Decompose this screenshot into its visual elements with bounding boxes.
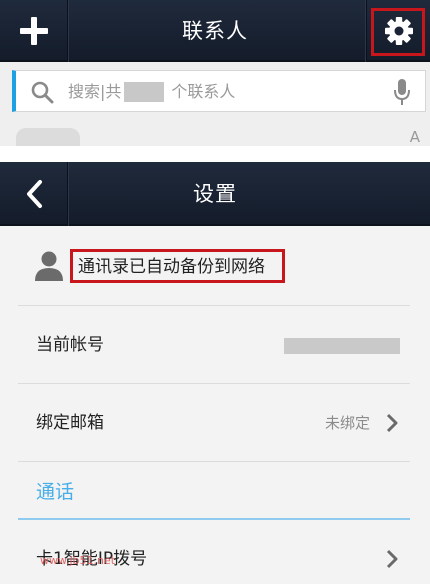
settings-button[interactable] [366, 0, 430, 62]
account-row[interactable]: 当前帐号 1 [18, 306, 410, 384]
email-row[interactable]: 绑定邮箱 未绑定 [18, 384, 410, 462]
chevron-right-icon [386, 549, 398, 569]
divider-gap [0, 146, 430, 162]
settings-navbar: 设置 [0, 162, 430, 226]
email-label: 绑定邮箱 [36, 413, 104, 433]
contacts-screen: 联系人 搜索|共 个联系人 A [0, 0, 430, 146]
redacted-account [284, 338, 400, 354]
chevron-right-icon [386, 413, 398, 433]
section-call-title: 通话 [18, 462, 410, 520]
redacted-count [124, 82, 164, 102]
backup-status-text: 通讯录已自动备份到网络 [78, 257, 265, 277]
email-value: 未绑定 [324, 414, 370, 432]
backup-status-row: 通讯录已自动备份到网络 [18, 228, 410, 306]
settings-screen: 设置 通讯录已自动备份到网络 当前帐号 1 绑定邮箱 未绑定 通话 卡1智能IP… [0, 162, 430, 584]
user-icon [35, 251, 63, 281]
index-letter: A [409, 128, 420, 146]
gear-icon [384, 17, 413, 45]
contacts-navbar: 联系人 [0, 0, 430, 62]
account-label: 当前帐号 [36, 335, 104, 355]
settings-list: 通讯录已自动备份到网络 当前帐号 1 绑定邮箱 未绑定 通话 卡1智能IP拨号 [18, 228, 410, 584]
contact-avatar [16, 128, 80, 146]
microphone-icon[interactable] [393, 78, 411, 106]
search-icon [31, 81, 54, 104]
watermark: www.jb51.net [40, 554, 116, 567]
page-title: 设置 [193, 182, 237, 206]
search-input[interactable]: 搜索|共 个联系人 [12, 70, 426, 112]
sim-ip-label: 卡1智能IP拨号 [36, 549, 148, 569]
sim-ip-dial-row[interactable]: 卡1智能IP拨号 [18, 520, 410, 584]
